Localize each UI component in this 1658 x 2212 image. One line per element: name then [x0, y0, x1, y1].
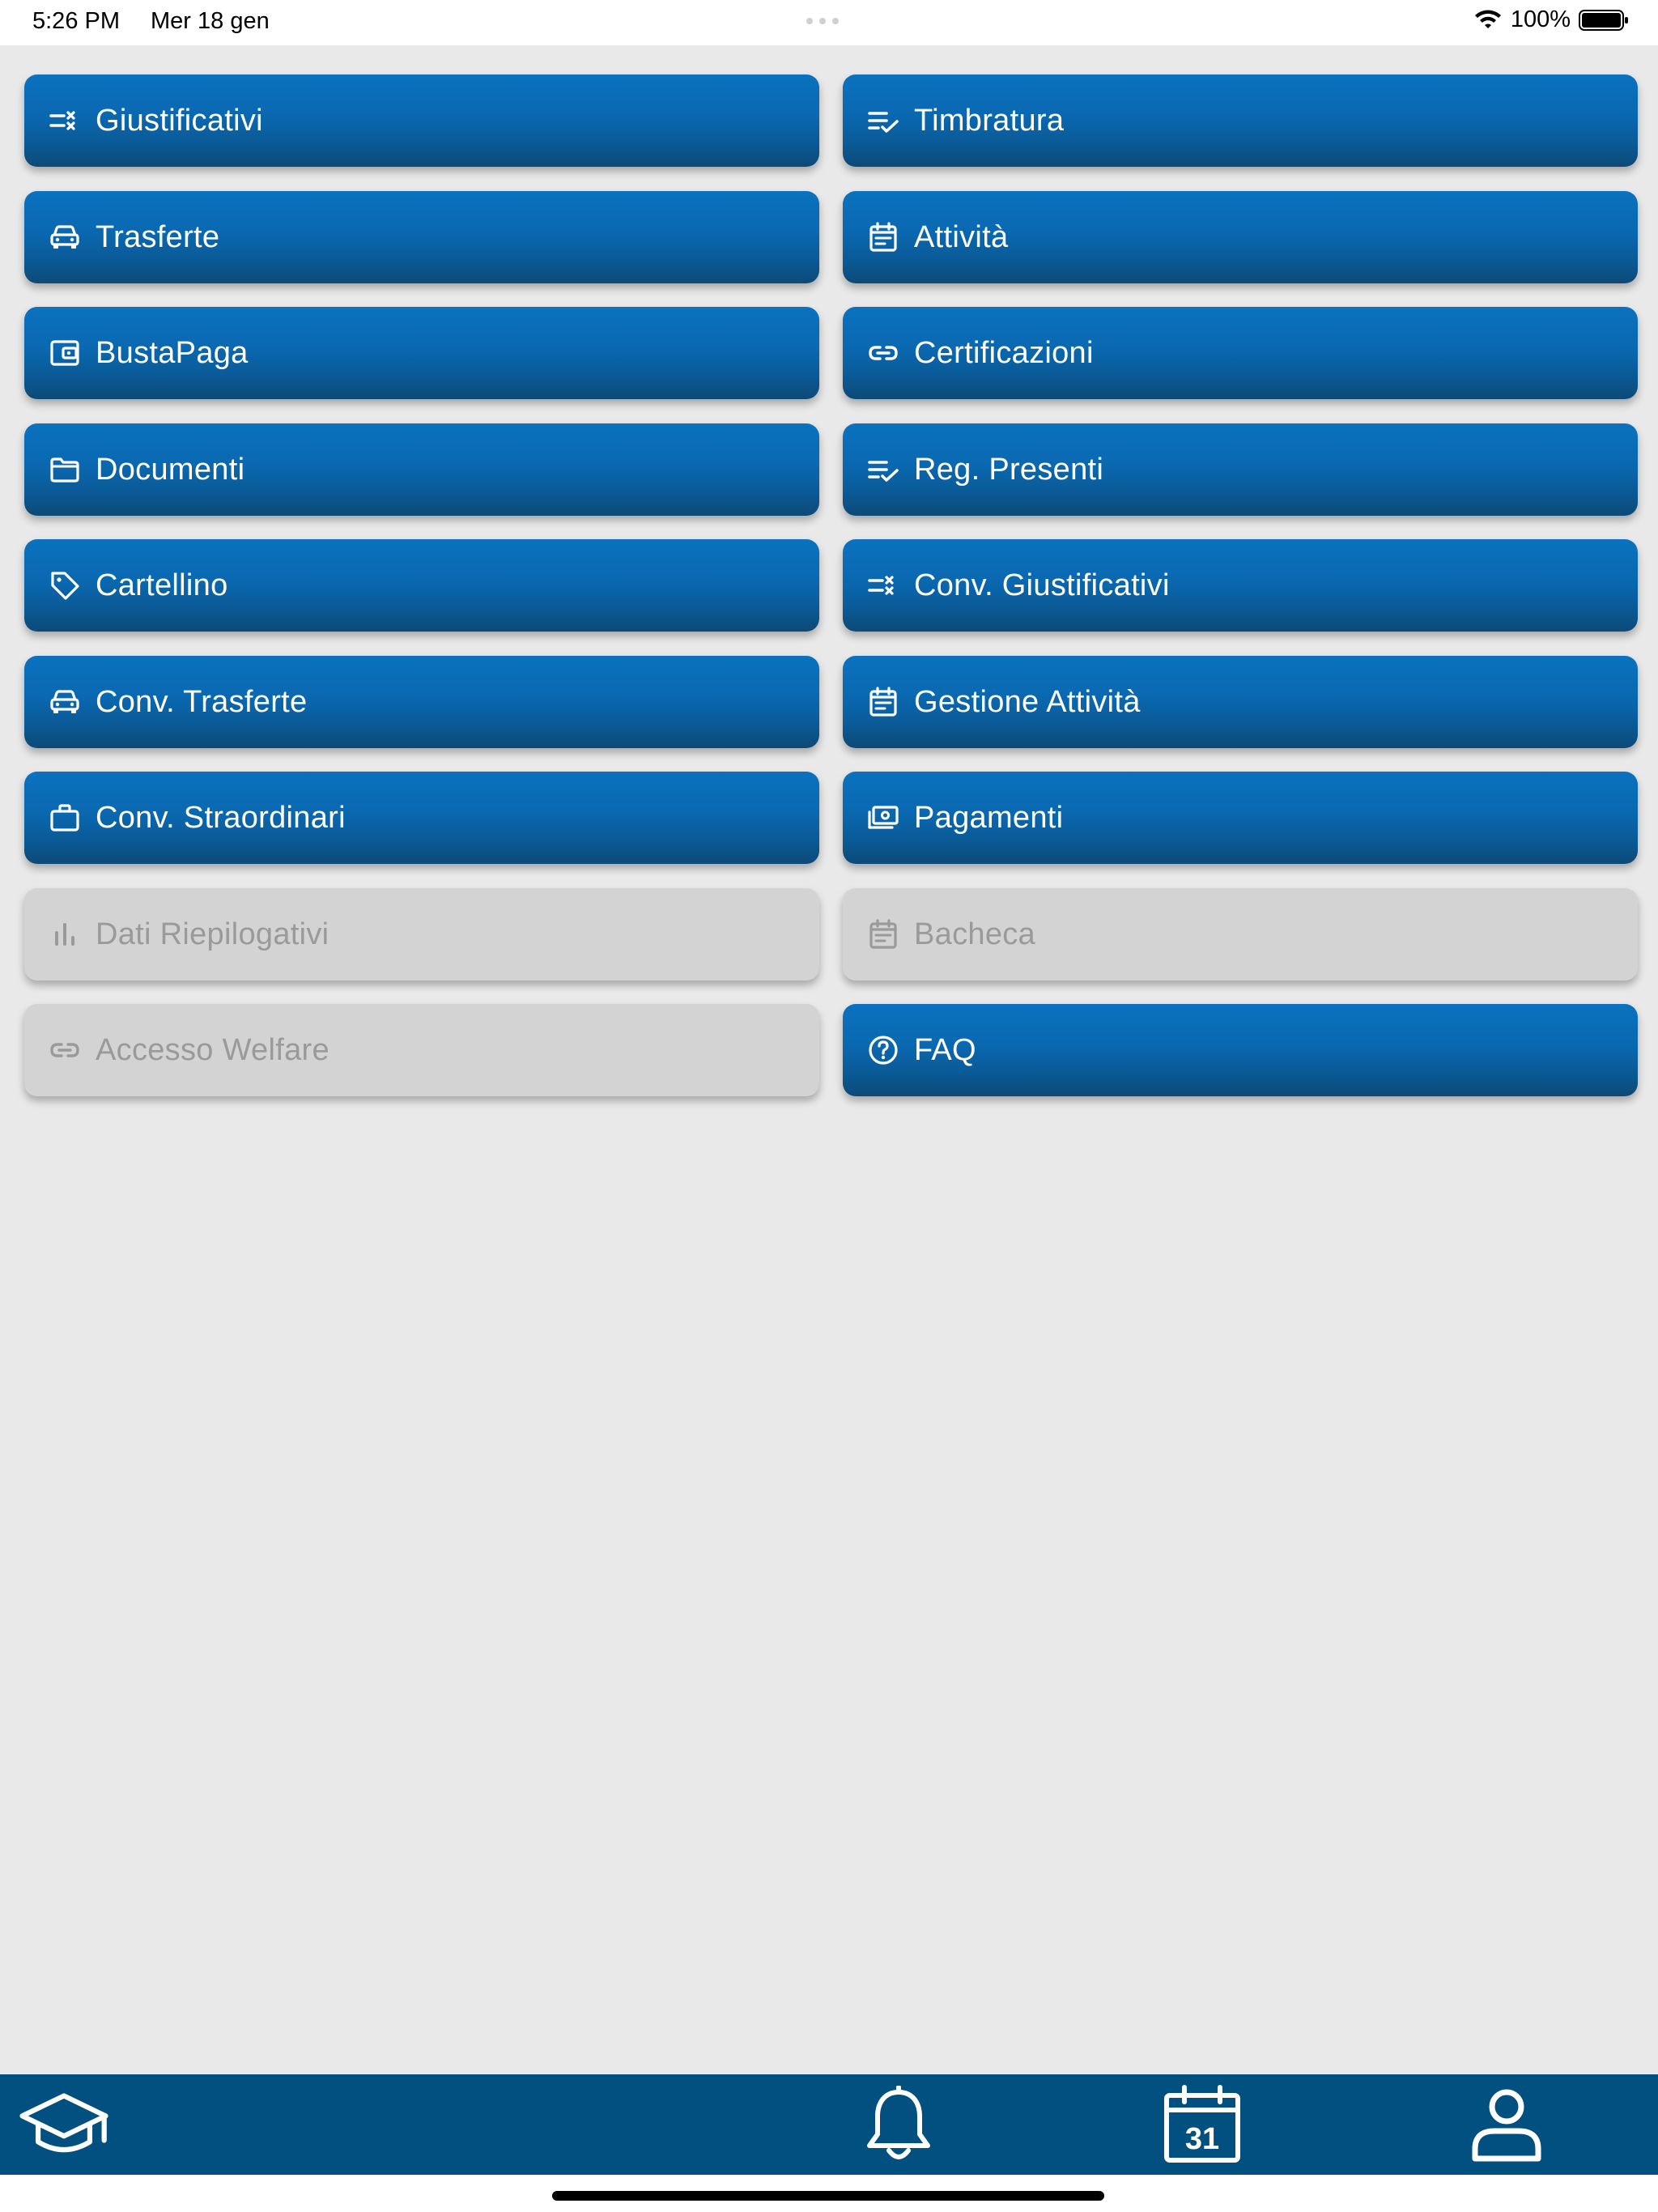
tile-label: Conv. Trasferte [96, 684, 308, 719]
bar-chart-icon [47, 917, 83, 952]
tile-label: Timbratura [914, 103, 1065, 138]
battery-percent: 100% [1510, 6, 1571, 32]
link-icon [47, 1032, 83, 1068]
multitasking-dots[interactable] [806, 18, 839, 24]
tile-label: Cartellino [96, 568, 228, 602]
tile-accesso-welfare: Accesso Welfare [24, 1004, 819, 1096]
car-icon [47, 684, 83, 720]
main-grid: Giustificativi Timbratura Trasferte Attivit… [0, 45, 1658, 2074]
nav-profile[interactable] [1462, 2082, 1551, 2167]
wifi-icon [1473, 9, 1503, 32]
tile-label: Gestione Attività [914, 684, 1141, 719]
graduation-cap-icon [19, 2093, 108, 2153]
calendar-icon [865, 917, 901, 952]
tile-bacheca: Bacheca [843, 888, 1638, 981]
tile-label: Conv. Straordinari [96, 800, 346, 835]
tile-label: Documenti [96, 452, 245, 487]
tile-certificazioni[interactable]: Certificazioni [843, 307, 1638, 399]
money-icon [865, 800, 901, 836]
tile-label: Certificazioni [914, 335, 1094, 370]
list-check-icon [865, 452, 901, 487]
tile-label: Pagamenti [914, 800, 1064, 835]
tile-label: Attività [914, 219, 1009, 254]
calendar-31-icon: 31 [1164, 2085, 1240, 2163]
tile-label: Bacheca [914, 917, 1035, 951]
help-circle-icon [865, 1032, 901, 1068]
checklist-x-icon [865, 568, 901, 603]
tile-conv-trasferte[interactable]: Conv. Trasferte [24, 656, 819, 748]
tile-label: Reg. Presenti [914, 452, 1104, 487]
tile-pagamenti[interactable]: Pagamenti [843, 772, 1638, 864]
tile-conv-giustificativi[interactable]: Conv. Giustificativi [843, 539, 1638, 632]
tile-label: Trasferte [96, 219, 220, 254]
tile-reg-presenti[interactable]: Reg. Presenti [843, 423, 1638, 516]
tile-label: FAQ [914, 1032, 976, 1067]
svg-text:31: 31 [1185, 2122, 1219, 2156]
status-bar: 5:26 PM Mer 18 gen 100% [0, 0, 1658, 45]
tile-documenti[interactable]: Documenti [24, 423, 819, 516]
tile-label: Accesso Welfare [96, 1032, 329, 1067]
tile-faq[interactable]: FAQ [843, 1004, 1638, 1096]
status-date: Mer 18 gen [151, 8, 270, 34]
user-icon [1472, 2089, 1541, 2162]
car-icon [47, 219, 83, 255]
folder-icon [47, 452, 83, 487]
bell-icon [867, 2086, 930, 2159]
tile-attivita[interactable]: Attività [843, 191, 1638, 283]
home-indicator[interactable] [552, 2191, 1104, 2201]
calendar-icon [865, 219, 901, 255]
tile-gestione-attivita[interactable]: Gestione Attività [843, 656, 1638, 748]
tile-trasferte[interactable]: Trasferte [24, 191, 819, 283]
battery-icon [1579, 9, 1629, 32]
checklist-x-icon [47, 103, 83, 138]
home-indicator-area [0, 2175, 1658, 2212]
nav-calendar[interactable]: 31 [1158, 2082, 1247, 2167]
link-icon [865, 335, 901, 371]
tile-conv-straordinari[interactable]: Conv. Straordinari [24, 772, 819, 864]
status-time: 5:26 PM [32, 8, 120, 34]
tag-icon [47, 568, 83, 603]
tile-label: BustaPaga [96, 335, 249, 370]
briefcase-icon [47, 800, 83, 836]
tile-giustificativi[interactable]: Giustificativi [24, 74, 819, 167]
nav-notifications[interactable] [854, 2082, 943, 2167]
tile-timbratura[interactable]: Timbratura [843, 74, 1638, 167]
tile-label: Dati Riepilogativi [96, 917, 329, 951]
calendar-icon [865, 684, 901, 720]
nav-education[interactable] [19, 2082, 108, 2167]
tile-cartellino[interactable]: Cartellino [24, 539, 819, 632]
bottom-nav: 31 [0, 2074, 1658, 2175]
tile-bustapaga[interactable]: BustaPaga [24, 307, 819, 399]
list-check-icon [865, 103, 901, 138]
wallet-icon [47, 335, 83, 371]
tile-dati-riepilogativi: Dati Riepilogativi [24, 888, 819, 981]
tile-label: Conv. Giustificativi [914, 568, 1170, 602]
tile-label: Giustificativi [96, 103, 263, 138]
status-right: 100% [1473, 6, 1629, 33]
